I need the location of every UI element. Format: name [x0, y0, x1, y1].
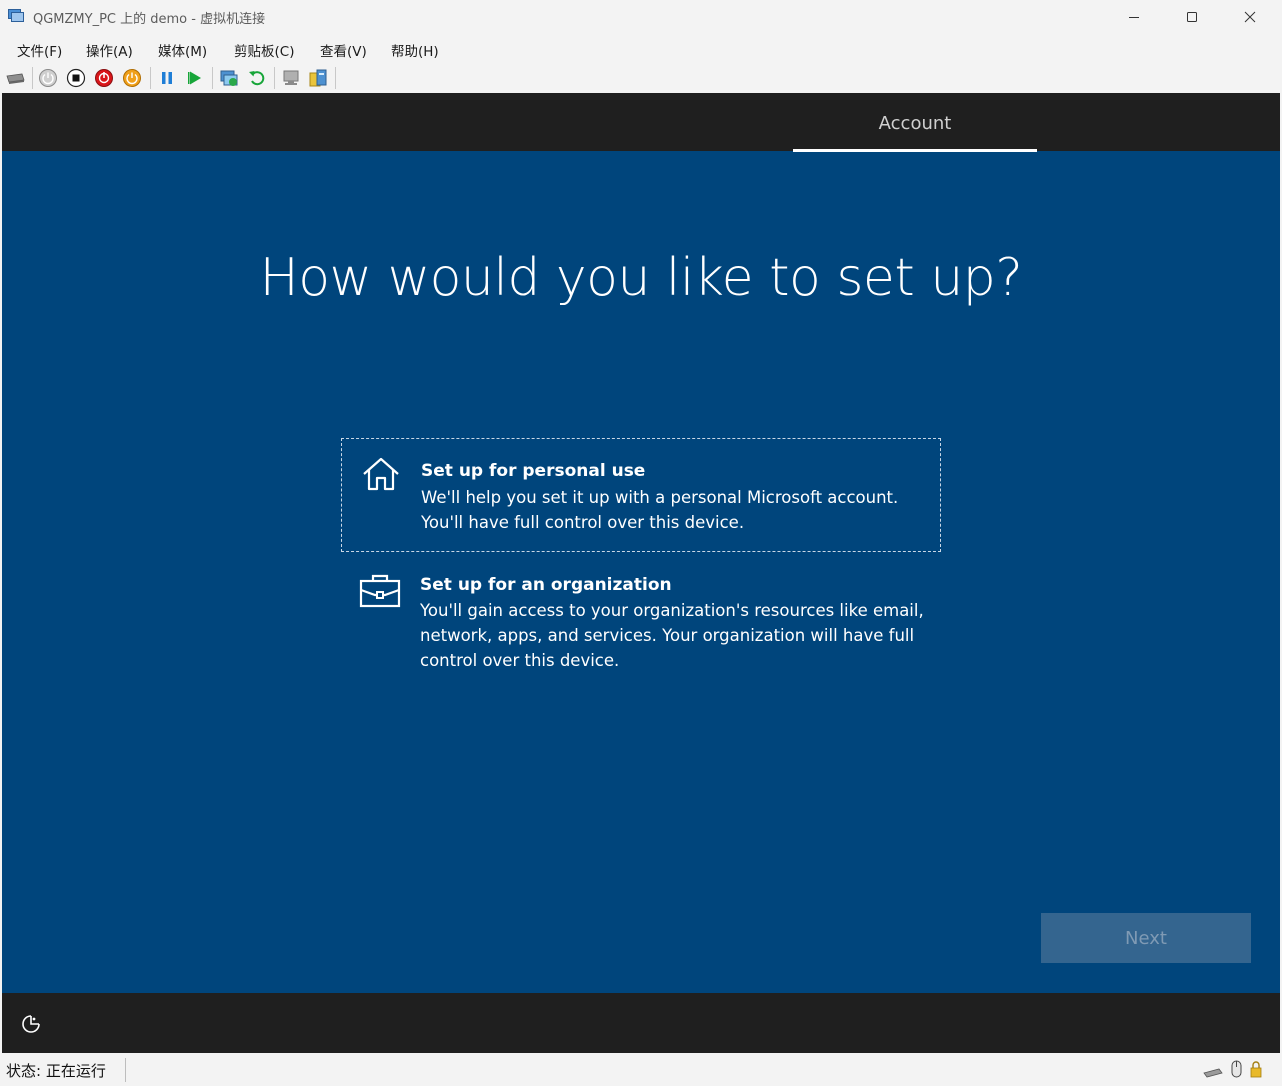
option-personal-title: Set up for personal use: [421, 461, 646, 481]
maximize-button[interactable]: [1163, 0, 1221, 34]
power-icon: [123, 69, 141, 87]
shutdown-icon: [95, 69, 113, 87]
toolbar-separator: [335, 67, 336, 89]
menu-media[interactable]: 媒体(M): [158, 40, 207, 60]
oobe-header: Account: [2, 93, 1280, 152]
pause-icon: [162, 72, 172, 84]
status-indicators: [1203, 1060, 1262, 1078]
enhanced-session-icon: [283, 70, 299, 85]
revert-icon: [249, 71, 265, 86]
option-personal-description: We'll help you set it up with a personal…: [421, 488, 899, 532]
ease-of-access-icon[interactable]: [20, 1013, 42, 1035]
ctrl-alt-del-icon: [6, 73, 25, 84]
checkpoint-icon: [220, 70, 238, 86]
lock-icon: [1250, 1061, 1262, 1078]
mouse-icon: [1231, 1060, 1242, 1078]
vm-connection-window: QGMZMY_PC 上的 demo - 虚拟机连接 文件(F) 操作(A) 媒体…: [0, 0, 1282, 1086]
tab-account: Account: [793, 93, 1037, 152]
option-organization-title: Set up for an organization: [420, 575, 672, 595]
menu-view[interactable]: 查看(V): [320, 40, 367, 60]
option-organization-description: You'll gain access to your organization'…: [420, 601, 924, 670]
status-separator: [125, 1058, 126, 1082]
close-icon: [1244, 11, 1256, 23]
option-organization[interactable]: Set up for an organization You'll gain a…: [341, 558, 941, 698]
page-title: How would you like to set up?: [259, 248, 1023, 308]
menu-bar: 文件(F) 操作(A) 媒体(M) 剪贴板(C) 查看(V) 帮助(H): [0, 36, 1282, 61]
power-button[interactable]: [122, 68, 142, 88]
shutdown-button[interactable]: [94, 68, 114, 88]
resume-icon: [188, 71, 201, 85]
tab-account-label: Account: [878, 113, 952, 134]
vm-screen[interactable]: Account How would you like to set up? Se…: [2, 93, 1280, 1053]
toolbar-separator: [150, 67, 151, 89]
home-icon: [363, 457, 399, 491]
briefcase-icon: [359, 574, 401, 608]
minimize-button[interactable]: [1105, 0, 1163, 34]
minimize-icon: [1129, 17, 1139, 18]
share-button[interactable]: [308, 68, 328, 88]
pause-button[interactable]: [157, 68, 177, 88]
title-bar: QGMZMY_PC 上的 demo - 虚拟机连接: [0, 0, 1282, 34]
toolbar: [0, 63, 1282, 92]
close-button[interactable]: [1221, 0, 1279, 34]
start-button[interactable]: [38, 68, 58, 88]
checkpoint-button[interactable]: [219, 68, 239, 88]
menu-file[interactable]: 文件(F): [17, 40, 62, 60]
tab-active-indicator: [793, 149, 1037, 152]
toolbar-separator: [274, 67, 275, 89]
menu-action[interactable]: 操作(A): [86, 40, 133, 60]
toolbar-separator: [32, 67, 33, 89]
turn-off-button[interactable]: [66, 68, 86, 88]
menu-clipboard[interactable]: 剪贴板(C): [234, 40, 294, 60]
status-text: 状态: 正在运行: [6, 1062, 106, 1080]
next-button[interactable]: Next: [1041, 913, 1251, 963]
vm-connection-app-icon: [8, 9, 24, 22]
ctrl-alt-del-button[interactable]: [5, 68, 25, 88]
turn-off-icon: [66, 68, 86, 88]
option-personal-use[interactable]: Set up for personal use We'll help you s…: [341, 438, 941, 552]
share-icon: [309, 69, 327, 87]
start-icon: [39, 69, 57, 87]
menu-help[interactable]: 帮助(H): [391, 40, 439, 60]
revert-button[interactable]: [247, 68, 267, 88]
maximize-icon: [1187, 12, 1197, 22]
status-bar: 状态: 正在运行: [0, 1054, 1282, 1086]
enhanced-session-button[interactable]: [281, 68, 301, 88]
window-title: QGMZMY_PC 上的 demo - 虚拟机连接: [33, 12, 266, 27]
resume-button[interactable]: [185, 68, 205, 88]
oobe-footer: [2, 993, 1280, 1053]
toolbar-separator: [212, 67, 213, 89]
keyboard-icon: [1203, 1068, 1223, 1078]
